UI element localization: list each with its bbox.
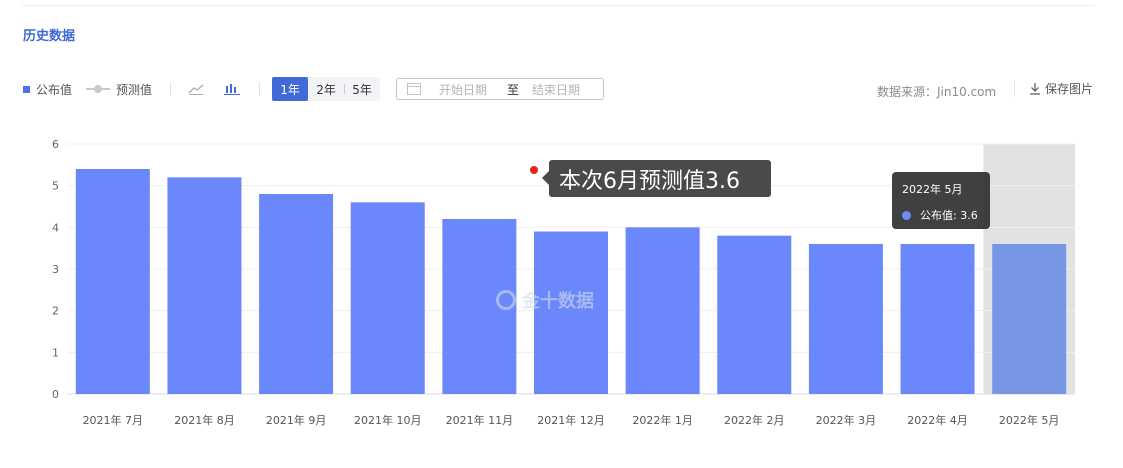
- x-tick-label: 2022年 5月: [999, 413, 1060, 427]
- x-tick-label: 2021年 12月: [537, 413, 605, 427]
- bar: [167, 177, 242, 394]
- tooltip-title: 2022年 5月: [902, 183, 963, 196]
- bar: [900, 244, 975, 394]
- x-tick-label: 2022年 3月: [816, 413, 877, 427]
- x-tick-label: 2021年 11月: [446, 413, 514, 427]
- x-tick-label: 2021年 7月: [83, 413, 144, 427]
- bar: [717, 235, 792, 394]
- x-tick-label: 2022年 1月: [632, 413, 693, 427]
- bar: [808, 244, 883, 394]
- x-tick-label: 2021年 8月: [174, 413, 235, 427]
- annotation-callout: 本次6月预测值3.6: [542, 160, 771, 197]
- tooltip-row: 公布值: 3.6: [902, 207, 990, 223]
- watermark-logo-icon: [496, 290, 516, 310]
- bar-chart: 0 1 2 3 4 5 6 2021年 7月 2021年 8月 2021年 9月 2021年 10月…: [52, 138, 1075, 427]
- bar: [992, 244, 1067, 394]
- y-tick-label: 4: [52, 221, 59, 234]
- x-tick-label: 2021年 10月: [354, 413, 422, 427]
- watermark-text: 金十数据: [522, 291, 594, 312]
- series-dot-icon: [902, 210, 911, 220]
- y-tick-label: 0: [52, 388, 59, 401]
- annotation-dot: [530, 166, 538, 174]
- x-tick-label: 2022年 2月: [724, 413, 785, 427]
- y-tick-label: 5: [52, 180, 59, 193]
- y-tick-label: 6: [52, 138, 59, 151]
- bar: [75, 169, 150, 394]
- chart-tooltip: 2022年 5月 公布值: 3.6: [892, 172, 990, 229]
- bar: [625, 227, 700, 394]
- bar: [259, 194, 334, 394]
- y-tick-label: 3: [52, 263, 59, 276]
- y-tick-label: 1: [52, 346, 59, 359]
- x-tick-label: 2021年 9月: [266, 413, 327, 427]
- watermark: 金十数据: [496, 287, 594, 313]
- tooltip-value: 公布值: 3.6: [920, 209, 978, 222]
- y-tick-label: 2: [52, 305, 59, 318]
- bar: [350, 202, 425, 394]
- x-tick-label: 2022年 4月: [907, 413, 968, 427]
